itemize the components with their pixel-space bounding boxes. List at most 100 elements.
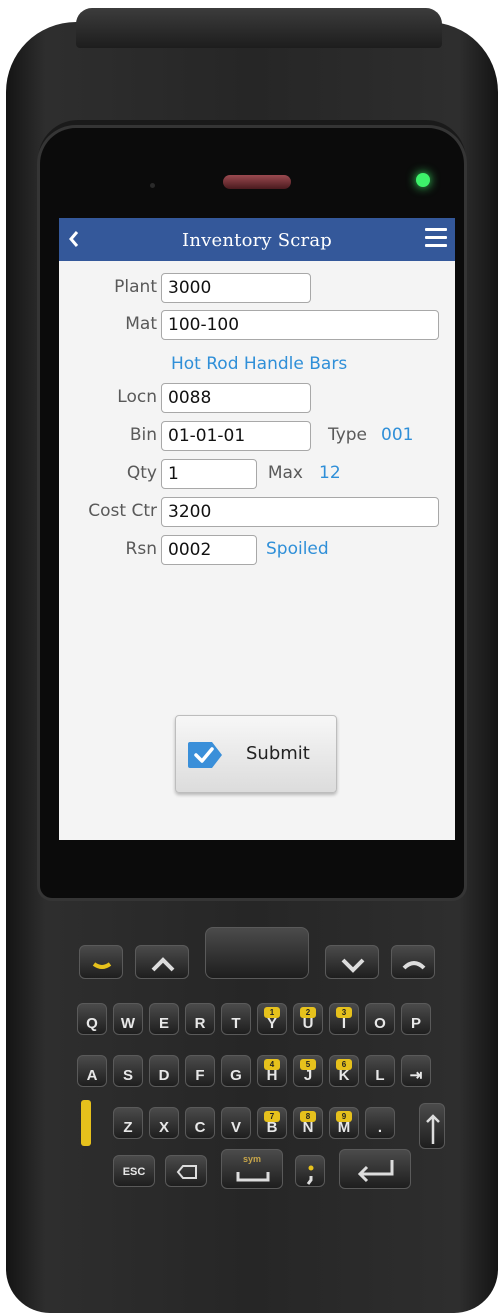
key-x[interactable]: X	[149, 1107, 179, 1139]
type-label: Type	[327, 425, 367, 445]
max-label: Max	[267, 463, 303, 483]
earpiece-speaker	[223, 175, 291, 189]
key-label: H	[266, 1067, 278, 1084]
key-label: V	[230, 1119, 241, 1136]
backspace-key[interactable]	[165, 1155, 207, 1187]
key-d[interactable]: D	[149, 1055, 179, 1087]
menu-button[interactable]	[425, 228, 447, 248]
cost-ctr-input[interactable]	[161, 497, 439, 527]
submit-label: Submit	[246, 743, 310, 764]
type-value: 001	[381, 425, 414, 445]
submit-button[interactable]: Submit	[175, 715, 337, 793]
locn-label: Locn	[117, 387, 157, 407]
side-accent-strip	[81, 1100, 91, 1146]
backspace-icon	[176, 1165, 197, 1179]
key-tab[interactable]: ⇥	[401, 1055, 431, 1087]
semicolon-key[interactable]	[295, 1155, 325, 1187]
key-j[interactable]: 5J	[293, 1055, 323, 1087]
key-label: U	[302, 1015, 314, 1032]
handheld-device: Inventory Scrap Plant Mat Hot Rod Handle…	[0, 0, 504, 1313]
rsn-input[interactable]	[161, 535, 257, 565]
plant-label: Plant	[114, 277, 157, 297]
app-screen: Inventory Scrap Plant Mat Hot Rod Handle…	[59, 218, 455, 840]
page-title: Inventory Scrap	[182, 230, 332, 251]
key-label: O	[374, 1015, 386, 1032]
key-period[interactable]: .	[365, 1107, 395, 1139]
key-v[interactable]: V	[221, 1107, 251, 1139]
key-label: R	[194, 1015, 206, 1032]
key-label: P	[410, 1015, 421, 1032]
key-l[interactable]: L	[365, 1055, 395, 1087]
key-label: ⇥	[409, 1067, 423, 1084]
space-key[interactable]: sym	[221, 1149, 283, 1189]
key-n[interactable]: 8N	[293, 1107, 323, 1139]
key-label: .	[377, 1119, 383, 1136]
mat-description: Hot Rod Handle Bars	[171, 354, 348, 374]
up-arrow-key[interactable]	[419, 1103, 445, 1149]
key-label: S	[122, 1067, 133, 1084]
call-key[interactable]	[79, 945, 123, 979]
key-label: I	[341, 1015, 347, 1032]
enter-key[interactable]	[339, 1149, 411, 1189]
key-f[interactable]: F	[185, 1055, 215, 1087]
key-z[interactable]: Z	[113, 1107, 143, 1139]
key-r[interactable]: R	[185, 1003, 215, 1035]
key-i[interactable]: 3I	[329, 1003, 359, 1035]
key-m[interactable]: 9M	[329, 1107, 359, 1139]
phone-answer-icon	[92, 962, 112, 969]
front-camera	[150, 183, 155, 188]
key-label: L	[375, 1067, 385, 1084]
plant-input[interactable]	[161, 273, 311, 303]
bin-label: Bin	[129, 425, 157, 445]
esc-key[interactable]: ESC	[113, 1155, 155, 1187]
rsn-description: Spoiled	[266, 539, 329, 559]
key-label: T	[231, 1015, 241, 1032]
device-top-cap	[76, 8, 442, 48]
key-c[interactable]: C	[185, 1107, 215, 1139]
key-q[interactable]: Q	[77, 1003, 107, 1035]
key-b[interactable]: 7B	[257, 1107, 287, 1139]
title-bar: Inventory Scrap	[59, 218, 455, 261]
key-label: Y	[266, 1015, 277, 1032]
key-y[interactable]: 1Y	[257, 1003, 287, 1035]
space-bar-icon	[236, 1172, 270, 1182]
key-label: N	[302, 1119, 314, 1136]
rsn-label: Rsn	[125, 539, 157, 559]
end-call-key[interactable]	[391, 945, 435, 979]
key-label: K	[338, 1067, 350, 1084]
key-label: X	[158, 1119, 169, 1136]
key-g[interactable]: G	[221, 1055, 251, 1087]
key-label: W	[120, 1015, 136, 1032]
key-p[interactable]: P	[401, 1003, 431, 1035]
center-key[interactable]	[205, 927, 309, 979]
key-s[interactable]: S	[113, 1055, 143, 1087]
chevron-up-icon	[151, 957, 175, 972]
key-u[interactable]: 2U	[293, 1003, 323, 1035]
key-h[interactable]: 4H	[257, 1055, 287, 1087]
key-k[interactable]: 6K	[329, 1055, 359, 1087]
key-label: G	[230, 1067, 242, 1084]
key-label: E	[158, 1015, 169, 1032]
qty-label: Qty	[126, 463, 157, 483]
semicolon-icon	[306, 1165, 314, 1185]
nav-down-key[interactable]	[325, 945, 379, 979]
key-label: C	[194, 1119, 206, 1136]
max-value: 12	[319, 463, 341, 483]
locn-input[interactable]	[161, 383, 311, 413]
checkmark-icon	[188, 742, 222, 768]
phone-hangup-icon	[402, 961, 426, 970]
key-o[interactable]: O	[365, 1003, 395, 1035]
arrow-up-icon	[426, 1114, 440, 1144]
key-label: D	[158, 1067, 170, 1084]
nav-up-key[interactable]	[135, 945, 189, 979]
status-led	[416, 173, 430, 187]
cost-ctr-label: Cost Ctr	[88, 501, 157, 521]
scrap-form: Plant Mat Hot Rod Handle Bars Locn Bin T…	[59, 261, 455, 840]
key-label: J	[303, 1067, 313, 1084]
key-a[interactable]: A	[77, 1055, 107, 1087]
key-w[interactable]: W	[113, 1003, 143, 1035]
key-e[interactable]: E	[149, 1003, 179, 1035]
key-t[interactable]: T	[221, 1003, 251, 1035]
key-label: Z	[123, 1119, 133, 1136]
mat-input[interactable]	[161, 310, 439, 340]
